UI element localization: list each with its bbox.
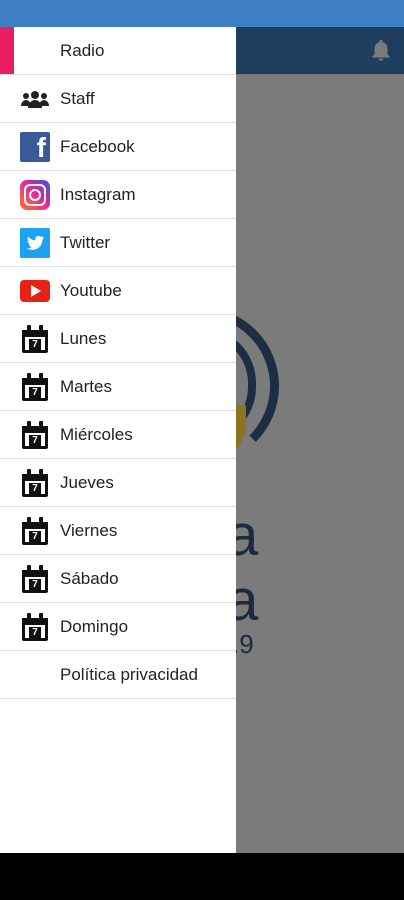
calendar-icon: 7 xyxy=(20,564,50,594)
drawer-item-sabado[interactable]: 7 Sábado xyxy=(0,555,236,603)
drawer-item-lunes[interactable]: 7 Lunes xyxy=(0,315,236,363)
drawer-item-label: Viernes xyxy=(60,521,118,540)
youtube-icon xyxy=(20,276,50,306)
drawer-item-radio[interactable]: Radio xyxy=(0,27,236,75)
drawer-item-martes[interactable]: 7 Martes xyxy=(0,363,236,411)
facebook-icon: f xyxy=(20,132,50,163)
drawer-item-label: Youtube xyxy=(60,281,122,300)
drawer-item-jueves[interactable]: 7 Jueves xyxy=(0,459,236,507)
drawer-item-youtube[interactable]: Youtube xyxy=(0,267,236,315)
drawer-item-label: Facebook xyxy=(60,137,135,156)
drawer-item-label: Lunes xyxy=(60,329,107,348)
drawer-item-facebook[interactable]: f Facebook xyxy=(0,123,236,171)
drawer-item-label: Radio xyxy=(60,41,105,60)
drawer-item-domingo[interactable]: 7 Domingo xyxy=(0,603,236,651)
drawer-item-miercoles[interactable]: 7 Miércoles xyxy=(0,411,236,459)
drawer-item-label: Política privacidad xyxy=(60,665,198,684)
drawer-item-label: Twitter xyxy=(60,233,111,252)
drawer-item-label: Martes xyxy=(60,377,112,396)
drawer-menu: Radio Staff f Facebook Instagram Twitter… xyxy=(0,27,236,699)
people-icon xyxy=(20,84,50,114)
drawer-item-label: Instagram xyxy=(60,185,136,204)
drawer-item-staff[interactable]: Staff xyxy=(0,75,236,123)
drawer-item-label: Domingo xyxy=(60,617,129,636)
calendar-icon: 7 xyxy=(20,420,50,450)
system-navigation-bar xyxy=(0,853,404,900)
drawer-item-label: Staff xyxy=(60,89,95,108)
drawer-item-twitter[interactable]: Twitter xyxy=(0,219,236,267)
calendar-icon: 7 xyxy=(20,324,50,354)
drawer-item-label: Sábado xyxy=(60,569,119,588)
drawer-item-viernes[interactable]: 7 Viernes xyxy=(0,507,236,555)
twitter-icon xyxy=(20,228,50,258)
calendar-icon: 7 xyxy=(20,516,50,546)
drawer-item-label: Jueves xyxy=(60,473,114,492)
calendar-icon: 7 xyxy=(20,612,50,642)
status-bar xyxy=(0,0,404,27)
bell-icon[interactable] xyxy=(368,36,394,64)
drawer-item-instagram[interactable]: Instagram xyxy=(0,171,236,219)
drawer-item-privacy-policy[interactable]: Política privacidad xyxy=(0,651,236,699)
calendar-icon: 7 xyxy=(20,468,50,498)
calendar-icon: 7 xyxy=(20,372,50,402)
navigation-drawer: Radio Staff f Facebook Instagram Twitter… xyxy=(0,27,236,853)
instagram-icon xyxy=(20,180,50,210)
drawer-item-label: Miércoles xyxy=(60,425,133,444)
